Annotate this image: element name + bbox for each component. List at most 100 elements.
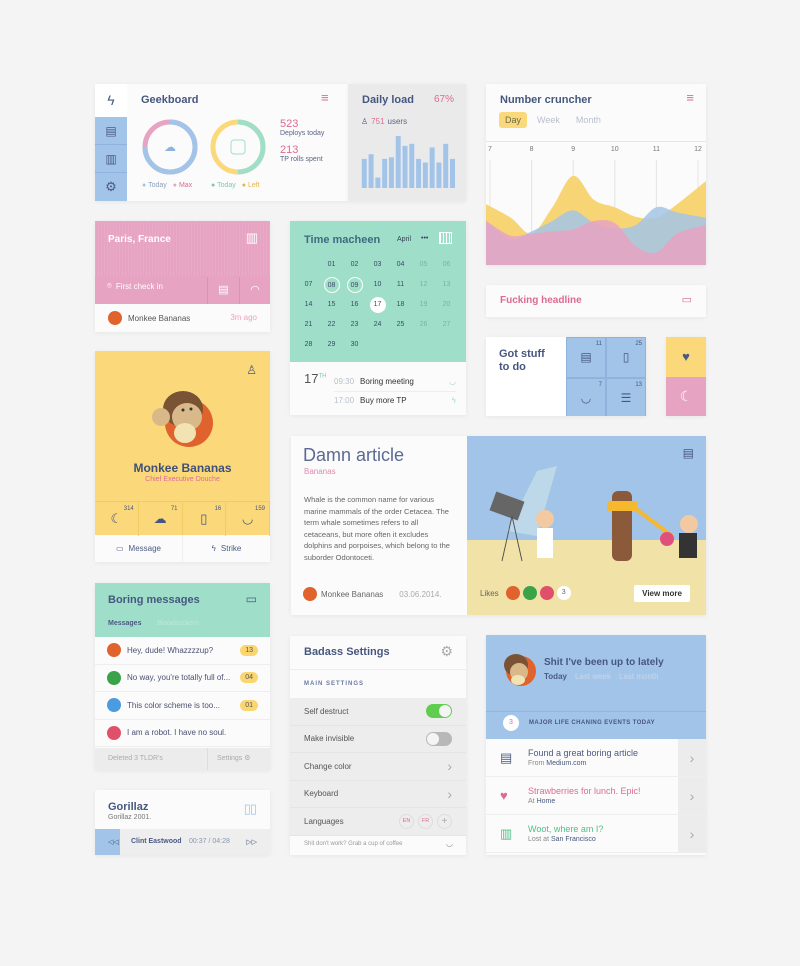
user-icon[interactable]: ♙ — [246, 363, 257, 377]
event-row[interactable]: 09:30 Boring meeting ◡ — [334, 371, 456, 392]
todo-tile[interactable]: ☰ 13 — [606, 378, 646, 416]
calendar-day[interactable]: 16 — [347, 297, 363, 313]
calendar-day[interactable]: 02 — [347, 257, 363, 273]
month-selector[interactable]: April — [397, 236, 411, 243]
calendar-day[interactable]: 15 — [324, 297, 340, 313]
setting-keyboard[interactable]: Keyboard › — [290, 780, 466, 808]
liker-avatar[interactable] — [539, 586, 554, 600]
tab-month[interactable]: Month — [570, 112, 607, 128]
gear-icon[interactable]: ⚙ — [440, 643, 453, 660]
check-in-button[interactable]: ⌾ First check in — [107, 281, 163, 291]
calendar-day[interactable]: 10 — [370, 277, 386, 293]
calendar-day[interactable]: 23 — [347, 317, 363, 333]
calendar-day[interactable]: 14 — [301, 297, 317, 313]
menu-icon[interactable]: ≡ — [321, 90, 329, 105]
calendar-day[interactable]: 24 — [370, 317, 386, 333]
article-tag[interactable]: Bananas — [304, 467, 336, 476]
liker-avatar[interactable] — [505, 586, 520, 600]
chevron-right-icon[interactable]: › — [678, 815, 706, 852]
calendar-day[interactable]: 04 — [393, 257, 409, 273]
more-button[interactable]: ••• — [421, 235, 428, 242]
calendar-day[interactable]: 28 — [301, 337, 317, 353]
setting-change-color[interactable]: Change color › — [290, 753, 466, 781]
event-row[interactable]: 17:00 Buy more TP ϟ — [334, 396, 456, 405]
chevron-right-icon[interactable]: › — [678, 777, 706, 814]
rewind-button[interactable]: ◁◁ — [108, 838, 119, 846]
calendar-day[interactable]: 30 — [347, 337, 363, 353]
profile-stat[interactable]: ☁ 71 — [139, 502, 183, 536]
calendar-day[interactable]: 01 — [324, 257, 340, 273]
calendar-day[interactable]: 12 — [416, 277, 432, 293]
chat-icon[interactable]: ▭ — [246, 592, 257, 606]
add-language-button[interactable]: + — [437, 813, 452, 829]
calendar-day[interactable]: 17 — [369, 297, 386, 313]
invisible-toggle[interactable] — [426, 731, 452, 746]
calendar-day[interactable]: 26 — [416, 317, 432, 333]
author-name[interactable]: Monkee Bananas — [321, 590, 383, 599]
message-row[interactable]: I am a robot. I have no soul. — [95, 720, 270, 747]
headline-card[interactable]: Fucking headline ▭ — [486, 285, 706, 317]
news-icon[interactable]: ▤ — [683, 446, 694, 460]
player-progress-bar[interactable] — [95, 829, 270, 855]
strike-button[interactable]: ϟ Strike — [183, 535, 270, 562]
tab-bloodsuckers[interactable]: Bloodsuckers — [157, 620, 199, 627]
self-destruct-toggle[interactable] — [426, 704, 452, 719]
croissant-icon[interactable]: ◠ — [239, 277, 270, 304]
calendar-day[interactable]: 03 — [370, 257, 386, 273]
calendar-day[interactable]: 07 — [301, 277, 317, 293]
tab-today[interactable]: Today — [544, 672, 567, 681]
map-icon[interactable]: ▥ — [246, 230, 258, 246]
calendar-day[interactable]: 20 — [439, 297, 455, 313]
tab-last-month[interactable]: Last month — [619, 672, 659, 681]
tab-week[interactable]: Week — [531, 112, 566, 128]
event-row[interactable]: ▤ Found a great boring article From Medium… — [486, 739, 706, 777]
todo-tile[interactable]: ◡ 7 — [566, 378, 606, 416]
profile-stat[interactable]: ▯ 16 — [183, 502, 227, 536]
calendar-day[interactable]: 25 — [393, 317, 409, 333]
todo-tile[interactable]: ▤ 11 — [566, 337, 606, 378]
profile-stat[interactable]: ☾ 314 — [95, 502, 139, 536]
lang-fr[interactable]: FR — [418, 813, 433, 829]
strawberry-icon[interactable]: ♥ — [666, 337, 706, 377]
calendar-day[interactable]: 22 — [324, 317, 340, 333]
todo-tile[interactable]: ▯ 25 — [606, 337, 646, 378]
banana-icon[interactable]: ☾ — [666, 377, 706, 416]
menu-icon[interactable]: ≡ — [686, 90, 694, 105]
news-icon[interactable]: ▤ — [207, 277, 239, 304]
tab-last-week[interactable]: Last week — [575, 672, 611, 681]
calendar-icon[interactable] — [439, 232, 452, 244]
likes-count[interactable]: 3 — [556, 586, 571, 600]
setting-self-destruct[interactable]: Self destruct — [290, 698, 466, 726]
chevron-right-icon[interactable]: › — [678, 739, 706, 776]
lightning-icon[interactable]: ϟ — [95, 84, 127, 117]
settings-link[interactable]: Settings ⚙ — [207, 748, 251, 770]
calendar-day[interactable]: 19 — [416, 297, 432, 313]
calendar-day[interactable]: 09 — [346, 277, 363, 293]
calendar-day[interactable]: 11 — [393, 277, 409, 293]
calendar-day[interactable]: 29 — [324, 337, 340, 353]
tab-messages[interactable]: Messages — [108, 620, 141, 627]
liker-avatar[interactable] — [522, 586, 537, 600]
tab-day[interactable]: Day — [499, 112, 528, 128]
lang-en[interactable]: EN — [399, 813, 414, 829]
map-icon[interactable]: ▥ — [95, 145, 127, 173]
calendar-day[interactable]: 27 — [439, 317, 455, 333]
calendar-day[interactable]: 18 — [393, 297, 409, 313]
message-row[interactable]: Hey, dude! Whazzzzup? 13 — [95, 637, 270, 665]
view-more-button[interactable]: View more — [634, 585, 690, 602]
profile-stat[interactable]: ◡ 159 — [226, 502, 270, 536]
calendar-day[interactable]: 08 — [323, 277, 340, 293]
calendar-day[interactable]: 06 — [439, 257, 455, 273]
gear-icon[interactable]: ⚙ — [95, 173, 127, 201]
message-row[interactable]: No way, you're totally full of... 04 — [95, 665, 270, 692]
event-row[interactable]: ▥ Woot, where am I? Lost at San Francisco › — [486, 815, 706, 853]
calendar-day[interactable]: 13 — [439, 277, 455, 293]
news-icon[interactable]: ▤ — [95, 117, 127, 145]
forward-button[interactable]: ▷▷ — [246, 838, 257, 846]
pause-button[interactable]: ▯▯ — [244, 801, 257, 817]
setting-invisible[interactable]: Make invisible — [290, 725, 466, 753]
message-button[interactable]: ▭ Message — [95, 535, 183, 562]
event-row[interactable]: ♥ Strawberries for lunch. Epic! At Home › — [486, 777, 706, 815]
calendar-day[interactable]: 21 — [301, 317, 317, 333]
message-row[interactable]: This color scheme is too... 01 — [95, 692, 270, 720]
